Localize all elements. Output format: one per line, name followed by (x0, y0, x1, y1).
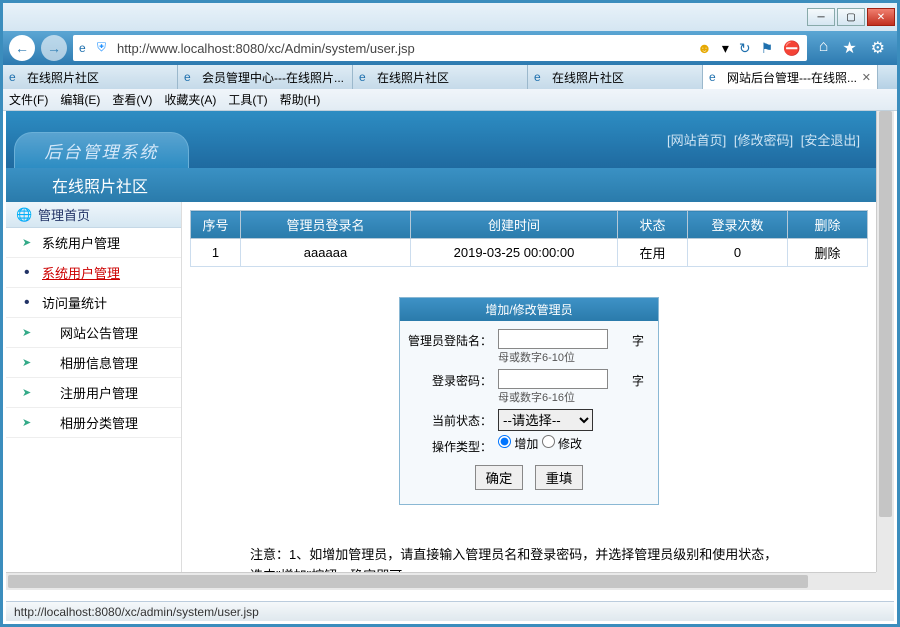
cell-created: 2019-03-25 00:00:00 (411, 239, 618, 267)
sidebar-item-announce[interactable]: 网站公告管理 (6, 318, 181, 348)
login-hint: 母或数字6-10位 (498, 349, 632, 365)
ie-icon: e (534, 70, 548, 84)
back-button[interactable]: ← (9, 35, 35, 61)
radio-edit[interactable] (542, 435, 555, 448)
th-created: 创建时间 (411, 211, 618, 239)
th-seq: 序号 (191, 211, 241, 239)
status-label: 当前状态： (408, 409, 498, 429)
star-icon[interactable]: ★ (842, 38, 856, 58)
address-row: ← → e ⛨ http://www.localhost:8080/xc/Adm… (3, 31, 897, 65)
dropdown-icon[interactable]: ▾ (722, 40, 729, 57)
sidebar: 管理首页 系统用户管理 系统用户管理 访问量统计 网站公告管理 相册信息管理 注… (6, 202, 182, 572)
login-label: 管理员登陆名： (408, 329, 498, 349)
forward-button[interactable]: → (41, 35, 67, 61)
menu-tools[interactable]: 工具(T) (228, 91, 267, 108)
menu-file[interactable]: 文件(F) (9, 91, 48, 108)
scroll-thumb-v[interactable] (879, 111, 892, 517)
scroll-thumb-h[interactable] (8, 575, 808, 588)
pwd-label: 登录密码： (408, 369, 498, 389)
tab-1[interactable]: e会员管理中心---在线照片... (178, 65, 353, 89)
cell-seq: 1 (191, 239, 241, 267)
tab-3[interactable]: e在线照片社区 (528, 65, 703, 89)
sidebar-item-sysuser[interactable]: 系统用户管理 (6, 228, 181, 258)
tab-0[interactable]: e在线照片社区 (3, 65, 178, 89)
sidebar-item-reguser[interactable]: 注册用户管理 (6, 378, 181, 408)
ie-icon: e (709, 70, 723, 84)
close-button[interactable]: ✕ (867, 8, 895, 26)
menu-edit[interactable]: 编辑(E) (60, 91, 100, 108)
refresh-icon[interactable]: ↻ (739, 40, 751, 57)
bookmark-flag-icon[interactable]: ⚑ (761, 40, 774, 57)
menu-help[interactable]: 帮助(H) (280, 91, 321, 108)
table-row[interactable]: 1 aaaaaa 2019-03-25 00:00:00 在用 0 删除 (191, 239, 868, 267)
tab-4[interactable]: e网站后台管理---在线照...✕ (703, 65, 878, 89)
status-text: http://localhost:8080/xc/admin/system/us… (14, 605, 259, 619)
radio-add[interactable] (498, 435, 511, 448)
notice: 注意：1、如增加管理员，请直接输入管理员名和登录密码，并选择管理员级别和使用状态… (190, 545, 868, 572)
browser-tabs: e在线照片社区 e会员管理中心---在线照片... e在线照片社区 e在线照片社… (3, 65, 897, 89)
stop-icon[interactable]: ⛔ (783, 40, 800, 57)
smiley-icon[interactable]: ☻ (697, 40, 712, 56)
sidebar-head[interactable]: 管理首页 (6, 202, 181, 228)
th-status: 状态 (618, 211, 688, 239)
cell-status: 在用 (618, 239, 688, 267)
maximize-button[interactable]: ▢ (837, 8, 865, 26)
ie-icon: e (9, 70, 23, 84)
menu-bar: 文件(F) 编辑(E) 查看(V) 收藏夹(A) 工具(T) 帮助(H) (3, 89, 897, 111)
sidebar-item-category[interactable]: 相册分类管理 (6, 408, 181, 438)
sidebar-item-album[interactable]: 相册信息管理 (6, 348, 181, 378)
login-input[interactable] (498, 329, 608, 349)
menu-view[interactable]: 查看(V) (112, 91, 152, 108)
gear-icon[interactable]: ⚙ (871, 38, 885, 58)
admin-form: 增加/修改管理员 管理员登陆名： 母或数字6-10位 字 (399, 297, 659, 505)
pwd-input[interactable] (498, 369, 608, 389)
cell-count: 0 (688, 239, 788, 267)
th-login: 管理员登录名 (241, 211, 411, 239)
ok-button[interactable]: 确定 (475, 465, 524, 490)
scroll-corner (876, 572, 894, 590)
link-exit[interactable]: [安全退出] (801, 133, 860, 148)
link-password[interactable]: [修改密码] (734, 133, 793, 148)
scrollbar-horizontal[interactable] (6, 572, 876, 590)
address-bar[interactable]: e ⛨ http://www.localhost:8080/xc/Admin/s… (73, 35, 807, 61)
reset-button[interactable]: 重填 (535, 465, 584, 490)
sub-banner: 在线照片社区 (6, 168, 876, 202)
title-bar: ─ ▢ ✕ (3, 3, 897, 31)
status-bar: http://localhost:8080/xc/admin/system/us… (6, 601, 894, 621)
login-after: 字 (632, 329, 650, 349)
sidebar-item-sysuser-active[interactable]: 系统用户管理 (6, 258, 181, 288)
shield-icon: ⛨ (97, 40, 113, 56)
minimize-button[interactable]: ─ (807, 8, 835, 26)
logo: 后台管理系统 (14, 132, 189, 168)
link-home[interactable]: [网站首页] (667, 133, 726, 148)
ie-icon: e (184, 70, 198, 84)
notice-line1: 注意：1、如增加管理员，请直接输入管理员名和登录密码，并选择管理员级别和使用状态… (250, 545, 788, 572)
admin-table: 序号 管理员登录名 创建时间 状态 登录次数 删除 1 aaaaaa 2019-… (190, 210, 868, 267)
home-icon[interactable]: ⌂ (819, 38, 829, 58)
address-text: http://www.localhost:8080/xc/Admin/syste… (117, 41, 693, 56)
th-count: 登录次数 (688, 211, 788, 239)
scrollbar-vertical[interactable] (876, 111, 894, 572)
tab-2[interactable]: e在线照片社区 (353, 65, 528, 89)
menu-favorites[interactable]: 收藏夹(A) (164, 91, 216, 108)
form-title: 增加/修改管理员 (400, 298, 658, 321)
tab-close-icon[interactable]: ✕ (862, 71, 871, 84)
th-del: 删除 (788, 211, 868, 239)
ie-icon: e (359, 70, 373, 84)
sidebar-item-visits[interactable]: 访问量统计 (6, 288, 181, 318)
optype-label: 操作类型： (408, 435, 498, 455)
pwd-after: 字 (632, 369, 650, 389)
banner: 后台管理系统 [网站首页] [修改密码] [安全退出] (6, 111, 876, 168)
pwd-hint: 母或数字6-16位 (498, 389, 632, 405)
ie-icon: e (79, 41, 93, 55)
cell-del[interactable]: 删除 (788, 239, 868, 267)
cell-login[interactable]: aaaaaa (241, 239, 411, 267)
status-select[interactable]: --请选择-- (498, 409, 593, 431)
